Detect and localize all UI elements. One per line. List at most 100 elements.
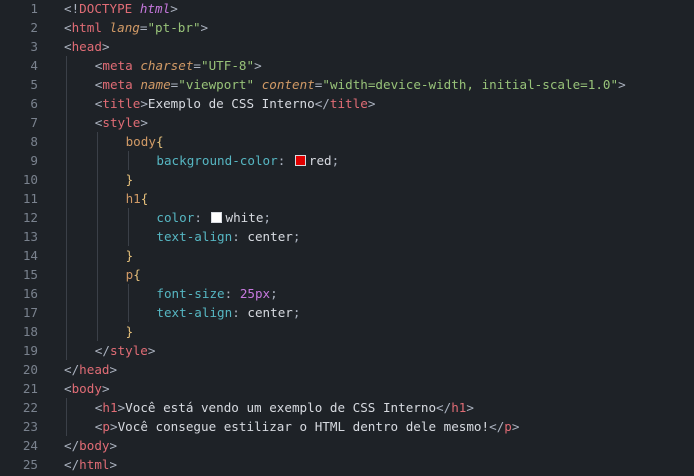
code-token: </ (314, 96, 330, 111)
code-line[interactable]: 2 <html lang="pt-br"> (0, 18, 694, 37)
code-token: html (139, 1, 171, 16)
indent-guide (66, 189, 67, 208)
line-number: 6 (30, 96, 38, 111)
code-line[interactable]: 17 text-align: center; (0, 303, 694, 322)
code-token: </ (64, 438, 80, 453)
code-text: <meta charset="UTF-8"> (95, 56, 262, 75)
code-token: </ (436, 400, 452, 415)
code-token: > (140, 96, 148, 111)
indent-guide (66, 208, 67, 227)
color-swatch[interactable] (211, 212, 223, 223)
code-token: > (367, 96, 376, 111)
code-token: < (64, 381, 72, 396)
indent-guide (66, 94, 67, 113)
indent-guide (66, 341, 67, 360)
indent-guide (66, 417, 67, 436)
code-line[interactable]: 16 font-size: 25px; (0, 284, 694, 303)
code-editor[interactable]: 1 <!DOCTYPE html> 2 <html lang="pt-br"> 3 <he… (0, 0, 694, 476)
code-line[interactable]: 22 <h1>Você está vendo um exemplo de CSS … (0, 398, 694, 417)
code-token: > (101, 381, 110, 396)
code-text: <meta name="viewport" content="width=dev… (95, 75, 626, 94)
code-line[interactable]: 19 </style> (0, 341, 694, 360)
indent-guide (66, 113, 67, 132)
code-token: } (125, 324, 134, 339)
line-number: 17 (22, 305, 38, 320)
line-number: 8 (30, 134, 38, 149)
code-line[interactable]: 9 background-color: red; (0, 151, 694, 170)
code-token: DOCTYPE (79, 1, 133, 16)
code-line[interactable]: 1 <!DOCTYPE html> (0, 0, 694, 18)
code-line[interactable]: 13 text-align: center; (0, 227, 694, 246)
code-line[interactable]: 6 <title>Exemplo de CSS Interno</title> (0, 94, 694, 113)
code-token: head (79, 362, 110, 377)
code-line[interactable]: 3 <head> (0, 37, 694, 56)
code-line[interactable]: 15 p{ (0, 265, 694, 284)
line-number: 10 (22, 172, 38, 187)
code-text: font-size: 25px; (156, 284, 277, 303)
code-line[interactable]: 10} (0, 170, 694, 189)
code-token: > (254, 58, 262, 73)
color-swatch[interactable] (294, 155, 306, 166)
indent-guide (127, 284, 129, 303)
line-number: 9 (30, 153, 38, 168)
indent-guide (66, 132, 67, 151)
line-number: 24 (22, 438, 38, 453)
code-token: text-align (156, 305, 233, 320)
code-line[interactable]: 23 <p>Você consegue estilizar o HTML dent… (0, 417, 694, 436)
code-token: p (102, 419, 110, 434)
code-text: color: white; (156, 208, 271, 227)
code-token: : (232, 229, 248, 244)
code-text: background-color: red; (156, 151, 339, 170)
code-text: <body> (64, 379, 110, 398)
indent-guide (127, 303, 129, 322)
code-token: style (102, 115, 141, 130)
code-line[interactable]: 21 <body> (0, 379, 694, 398)
code-token: </ (489, 419, 505, 434)
code-text: text-align: center; (156, 303, 300, 322)
code-line[interactable]: 8 body{ (0, 132, 694, 151)
code-line[interactable]: 14} (0, 246, 694, 265)
code-token: : (194, 210, 210, 225)
code-token: > (140, 115, 148, 130)
code-token: color (156, 210, 195, 225)
code-text: </html> (64, 455, 117, 474)
code-token: center (247, 305, 293, 320)
code-token: h1 (451, 400, 467, 415)
code-text: body{ (126, 132, 164, 151)
line-number: 1 (30, 1, 38, 16)
line-number: 16 (22, 286, 38, 301)
code-text: } (126, 170, 134, 189)
code-line[interactable]: 24 </body> (0, 436, 694, 455)
code-token: > (109, 362, 118, 377)
code-token: "width=device-width, initial-scale=1.0" (322, 77, 619, 92)
indent-guide (66, 284, 67, 303)
code-line[interactable]: 20 </head> (0, 360, 694, 379)
code-line[interactable]: 4 <meta charset="UTF-8"> (0, 56, 694, 75)
code-token: } (125, 248, 134, 263)
line-number: 23 (22, 419, 38, 434)
indent-guide (66, 265, 67, 284)
code-line[interactable]: 11 h1{ (0, 189, 694, 208)
code-token: ; (263, 210, 271, 225)
indent-guide (66, 398, 67, 417)
code-text: <p>Você consegue estilizar o HTML dentro… (95, 417, 520, 436)
code-token: title (329, 96, 368, 111)
code-line[interactable]: 18} (0, 322, 694, 341)
indent-guide (127, 227, 129, 246)
code-token: = (193, 58, 201, 73)
code-token: meta (102, 77, 133, 92)
code-token: > (200, 20, 209, 35)
code-token: head (71, 39, 102, 54)
code-line[interactable]: 7 <style> (0, 113, 694, 132)
indent-guide (96, 132, 98, 151)
code-token: html (79, 457, 110, 472)
code-token: ; (292, 229, 301, 244)
indent-guide (127, 208, 129, 227)
code-line[interactable]: 12 color: white; (0, 208, 694, 227)
code-line[interactable]: 25 </html> (0, 455, 694, 474)
line-number: 12 (22, 210, 38, 225)
code-text: <html lang="pt-br"> (64, 18, 208, 37)
code-line[interactable]: 5 <meta name="viewport" content="width=de… (0, 75, 694, 94)
